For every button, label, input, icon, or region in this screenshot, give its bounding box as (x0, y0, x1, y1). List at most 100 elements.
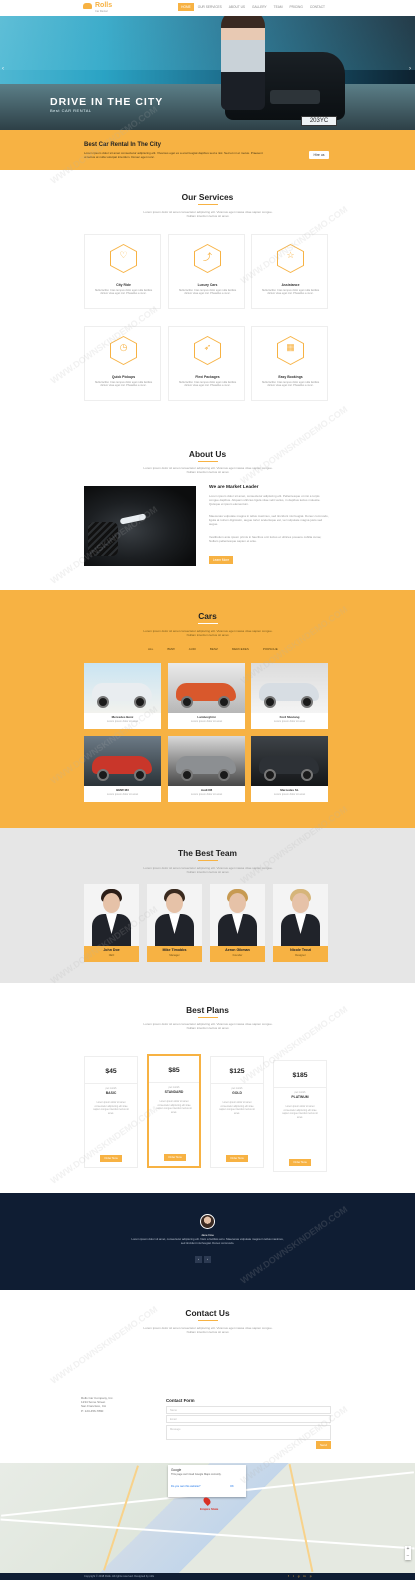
team-member-card[interactable]: Nicole Trout Designer (273, 884, 328, 962)
zoom-in-icon[interactable]: + (405, 1546, 411, 1553)
member-caption: Mike Timobbs Manager (147, 946, 202, 962)
order-now-button[interactable]: Order Now (100, 1155, 122, 1162)
car-image (251, 663, 328, 713)
map-card-link[interactable]: Do you own this website? (171, 1485, 200, 1488)
testimonial-prev-icon[interactable]: ‹ (195, 1256, 202, 1263)
nav-services[interactable]: Our services (195, 3, 225, 11)
services-desc: Lorem ipsum dolor sit amet consectetur a… (143, 210, 273, 218)
nav-team[interactable]: Team (271, 3, 286, 11)
chart-icon: ⤴ (202, 252, 212, 262)
team-desc: Lorem ipsum dolor sit amet consectetur a… (143, 866, 273, 874)
zoom-out-icon[interactable]: − (405, 1553, 411, 1560)
filter-bmw[interactable]: BMW (160, 647, 181, 651)
member-caption: Aeron Gibman Founder (210, 946, 265, 962)
service-card[interactable]: ☆ Assistance Nulla facilisi. Cras tempus d… (251, 234, 328, 309)
filter-benz[interactable]: Benz (203, 647, 225, 651)
car-card[interactable]: Lamborghini Lorem ipsum dolor sit amet (168, 663, 245, 729)
car-card[interactable]: Mercedes SL Lorem ipsum dolor sit amet (251, 736, 328, 802)
service-text: Nulla facilisi. Cras tempus dolor eget n… (261, 381, 320, 388)
service-text: Nulla facilisi. Cras tempus dolor eget n… (178, 381, 237, 388)
plan-features: Lorem ipsum dolor sit amet consectetur a… (93, 1101, 129, 1115)
pricing-card: $125 per month GOLD Lorem ipsum dolor sit a… (210, 1056, 264, 1168)
google-plus-icon[interactable]: g (298, 1574, 300, 1578)
nav-gallery[interactable]: Gallery (249, 3, 270, 11)
slider-next-icon[interactable]: › (409, 66, 411, 72)
facebook-icon[interactable]: f (288, 1574, 289, 1578)
nav-home[interactable]: Home (178, 3, 194, 11)
map-card-title: Google (171, 1468, 182, 1472)
hire-us-button[interactable]: Hire us (309, 151, 329, 159)
order-now-button[interactable]: Order Now (164, 1154, 186, 1161)
filter-mercedes[interactable]: Mercedes (225, 647, 256, 651)
team-member-card[interactable]: Aeron Gibman Founder (210, 884, 265, 962)
service-card[interactable]: ⤴ Luxury Cars Nulla facilisi. Cras tempus … (168, 234, 245, 309)
about-divider (198, 461, 218, 462)
headlight (119, 513, 147, 525)
send-button[interactable]: Send (316, 1441, 331, 1449)
name-field[interactable]: Name (166, 1406, 331, 1414)
car-card[interactable]: Ford Mustang Lorem ipsum dolor sit amet (251, 663, 328, 729)
car-card[interactable]: Audi R8 Lorem ipsum dolor sit amet (168, 736, 245, 802)
nav-about[interactable]: About us (226, 3, 248, 11)
filter-audi[interactable]: Audi (182, 647, 203, 651)
plan-name: GOLD (232, 1091, 242, 1095)
plan-features: Lorem ipsum dolor sit amet consectetur a… (282, 1105, 318, 1119)
car-image (168, 736, 245, 786)
car-subtitle: Lorem ipsum dolor sit amet (106, 720, 139, 723)
order-now-button[interactable]: Order Now (289, 1159, 311, 1166)
service-name: Easy Bookings (278, 375, 303, 379)
car-card[interactable]: Mercedes Benz Lorem ipsum dolor sit amet (84, 663, 161, 729)
car-subtitle: Lorem ipsum dolor sit amet (106, 793, 139, 796)
car-subtitle: Lorem ipsum dolor sit amet (273, 793, 306, 796)
car-name: Lamborghini (197, 715, 216, 719)
site-logo[interactable]: Rolls (83, 2, 112, 9)
team-member-card[interactable]: John Doe CEO (84, 884, 139, 962)
learn-more-button[interactable]: Learn More (209, 556, 233, 564)
twitter-icon[interactable]: t (293, 1574, 294, 1578)
team-member-card[interactable]: Mike Timobbs Manager (147, 884, 202, 962)
car-wheel (218, 696, 230, 708)
message-field[interactable]: Message (166, 1425, 331, 1440)
member-caption: John Doe CEO (84, 946, 139, 962)
hero-car-grille (270, 90, 320, 104)
plan-price: $85 (168, 1067, 180, 1074)
pinterest-icon[interactable]: p (310, 1574, 312, 1578)
car-wheel (181, 769, 193, 781)
plan-name: STANDARD (164, 1090, 184, 1094)
footer-social: f t g in p (288, 1574, 311, 1578)
email-field[interactable]: Email (166, 1415, 331, 1423)
filter-all[interactable]: All (141, 647, 160, 651)
services-title: Our Services (181, 192, 234, 202)
testimonial-next-icon[interactable]: › (204, 1256, 211, 1263)
team-divider (198, 860, 218, 861)
car-wheel (301, 769, 313, 781)
map-card-ok-button[interactable]: OK (230, 1485, 234, 1488)
service-card[interactable]: ▦ Easy Bookings Nulla facilisi. Cras tempu… (251, 326, 328, 401)
grille (88, 522, 118, 556)
plan-price: $125 (229, 1068, 245, 1075)
member-head (229, 893, 246, 913)
linkedin-icon[interactable]: in (303, 1574, 305, 1578)
service-card[interactable]: ♡ City Ride Nulla facilisi. Cras tempus do… (84, 234, 161, 309)
plan-price: $45 (105, 1068, 117, 1075)
order-now-button[interactable]: Order Now (226, 1155, 248, 1162)
member-role: Founder (232, 954, 243, 957)
testimonial-text: Lorem ipsum dolor sit amet, consectetur … (131, 1237, 284, 1245)
slider-prev-icon[interactable]: ‹ (2, 66, 4, 72)
service-text: Nulla facilisi. Cras tempus dolor eget n… (261, 289, 320, 296)
map-road (0, 1518, 415, 1550)
service-card[interactable]: ◷ Quick Pickups Nulla facilisi. Cras tempu… (84, 326, 161, 401)
contact-info: Rolls Car Company, Inc. 1234 Some Street… (81, 1396, 113, 1413)
car-wheel (218, 769, 230, 781)
nav-contact[interactable]: Contact (307, 3, 328, 11)
clock-icon: ◷ (119, 342, 128, 352)
filter-porsche[interactable]: Porsche (256, 647, 285, 651)
nav-pricing[interactable]: Pricing (287, 3, 306, 11)
send-icon: ➶ (203, 342, 212, 352)
plan-period: per month (105, 1087, 117, 1090)
star-icon: ☆ (286, 250, 295, 260)
car-card[interactable]: BMW M3 Lorem ipsum dolor sit amet (84, 736, 161, 802)
map-zoom-control[interactable]: + − (405, 1546, 411, 1560)
service-card[interactable]: ➶ Flexi Packages Nulla facilisi. Cras temp… (168, 326, 245, 401)
car-wheel (264, 696, 276, 708)
